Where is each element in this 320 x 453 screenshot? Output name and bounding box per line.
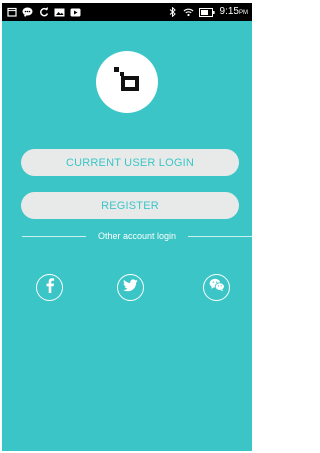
notification-icons [6, 7, 81, 18]
other-login-divider: Other account login [22, 228, 252, 244]
app-logo [96, 51, 158, 113]
bluetooth-icon [167, 7, 178, 18]
image-icon [54, 7, 65, 18]
divider-line-left [22, 235, 86, 237]
twitter-icon [123, 278, 138, 297]
chat-icon [22, 7, 33, 18]
facebook-icon [43, 277, 57, 298]
wechat-icon [209, 278, 225, 297]
facebook-login-button[interactable] [36, 274, 63, 301]
twitter-login-button[interactable] [117, 274, 144, 301]
register-label: REGISTER [101, 199, 159, 212]
other-account-login-label: Other account login [97, 231, 177, 241]
status-bar: 9:15PM [2, 3, 252, 21]
wifi-icon [183, 7, 194, 18]
register-button[interactable]: REGISTER [21, 192, 239, 219]
sync-icon [38, 7, 49, 18]
system-icons: 9:15PM [167, 7, 248, 18]
status-time: 9:15PM [219, 6, 248, 17]
divider-line-right [188, 235, 252, 237]
app-logo-icon [112, 65, 142, 100]
current-user-login-label: CURRENT USER LOGIN [65, 156, 195, 169]
video-icon [70, 7, 81, 18]
current-user-login-button[interactable]: CURRENT USER LOGIN [21, 149, 239, 176]
battery-icon [198, 7, 215, 18]
login-screen: 9:15PM CURRENT USER LOGIN REGISTER Other… [2, 3, 252, 451]
wechat-login-button[interactable] [203, 274, 230, 301]
calendar-icon [6, 7, 17, 18]
